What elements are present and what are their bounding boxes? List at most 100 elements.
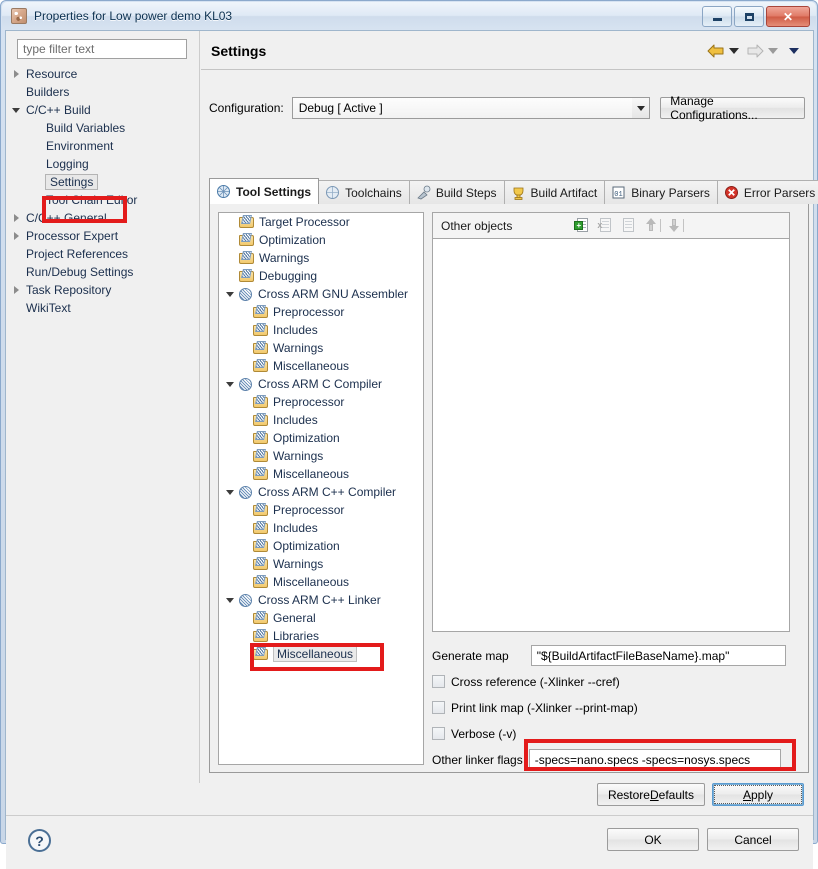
- maximize-button[interactable]: [734, 6, 764, 27]
- cross-reference-checkbox[interactable]: [432, 675, 445, 688]
- collapse-triangle-icon[interactable]: [225, 486, 237, 498]
- delete-icon[interactable]: x: [597, 217, 614, 234]
- tool-tree-item-general[interactable]: General: [219, 609, 423, 627]
- other-linker-flags-input[interactable]: [529, 749, 781, 770]
- sidebar-item-c-c-build[interactable]: C/C++ Build: [12, 101, 197, 119]
- settings-pane: Settings: [201, 31, 813, 783]
- forward-history-caret-icon[interactable]: [768, 48, 778, 54]
- generate-map-input[interactable]: [531, 645, 786, 666]
- sidebar-item-build-variables[interactable]: Build Variables: [12, 119, 197, 137]
- tool-tree-item-miscellaneous[interactable]: Miscellaneous: [219, 465, 423, 483]
- tool-tree-item-optimization[interactable]: Optimization: [219, 537, 423, 555]
- tool-tree-item-cross-arm-c++-linker[interactable]: Cross ARM C++ Linker: [219, 591, 423, 609]
- sidebar-item-builders[interactable]: Builders: [12, 83, 197, 101]
- tool-tree-item-miscellaneous[interactable]: Miscellaneous: [219, 645, 423, 663]
- sidebar-item-settings[interactable]: Settings: [12, 173, 197, 191]
- tool-tree-item-preprocessor[interactable]: Preprocessor: [219, 303, 423, 321]
- navigation-tree[interactable]: ResourceBuildersC/C++ BuildBuild Variabl…: [12, 65, 197, 765]
- collapse-triangle-icon[interactable]: [12, 105, 22, 115]
- manage-configurations-button[interactable]: Manage Configurations...: [660, 97, 805, 119]
- settings-folder-icon: [253, 395, 269, 409]
- add-icon[interactable]: +: [574, 217, 591, 234]
- sidebar-item-tool-chain-editor[interactable]: Tool Chain Editor: [12, 191, 197, 209]
- collapse-triangle-icon[interactable]: [225, 594, 237, 606]
- tool-tree-item-target-processor[interactable]: Target Processor: [219, 213, 423, 231]
- expand-triangle-icon[interactable]: [12, 213, 22, 223]
- back-button[interactable]: [707, 44, 725, 58]
- tool-tree-item-label: Cross ARM C++ Linker: [258, 593, 381, 607]
- sidebar-item-run-debug-settings[interactable]: Run/Debug Settings: [12, 263, 197, 281]
- window-titlebar[interactable]: Properties for Low power demo KL03 ✕: [2, 2, 816, 30]
- tool-tree-item-warnings[interactable]: Warnings: [219, 249, 423, 267]
- expand-triangle-icon[interactable]: [12, 231, 22, 241]
- tab-error-parsers[interactable]: Error Parsers: [717, 180, 818, 204]
- print-link-map-row[interactable]: Print link map (-Xlinker --print-map): [432, 696, 790, 719]
- tool-tree-item-debugging[interactable]: Debugging: [219, 267, 423, 285]
- settings-folder-icon: [253, 575, 269, 589]
- edit-icon[interactable]: [620, 217, 637, 234]
- tool-tree-item-includes[interactable]: Includes: [219, 321, 423, 339]
- close-icon: ✕: [767, 7, 809, 26]
- tool-tree-item-cross-arm-c-compiler[interactable]: Cross ARM C Compiler: [219, 375, 423, 393]
- chevron-down-icon[interactable]: [632, 98, 649, 118]
- settings-folder-icon: [253, 359, 269, 373]
- tool-tree-item-warnings[interactable]: Warnings: [219, 339, 423, 357]
- collapse-triangle-icon[interactable]: [225, 288, 237, 300]
- help-icon[interactable]: ?: [28, 829, 51, 852]
- sidebar-item-c-c-general[interactable]: C/C++ General: [12, 209, 197, 227]
- forward-button[interactable]: [746, 44, 764, 58]
- collapse-triangle-icon[interactable]: [225, 378, 237, 390]
- restore-defaults-accel: D: [650, 788, 659, 802]
- minimize-button[interactable]: [702, 6, 732, 27]
- sidebar-item-logging[interactable]: Logging: [12, 155, 197, 173]
- sidebar-item-processor-expert[interactable]: Processor Expert: [12, 227, 197, 245]
- build-steps-icon: [416, 185, 431, 200]
- cancel-button[interactable]: Cancel: [707, 828, 799, 851]
- tool-tree-item-libraries[interactable]: Libraries: [219, 627, 423, 645]
- tool-tree-item-warnings[interactable]: Warnings: [219, 555, 423, 573]
- tool-tree-item-label: Miscellaneous: [273, 575, 349, 589]
- verbose-checkbox[interactable]: [432, 727, 445, 740]
- expand-triangle-icon[interactable]: [12, 69, 22, 79]
- tool-tree-item-cross-arm-c++-compiler[interactable]: Cross ARM C++ Compiler: [219, 483, 423, 501]
- tool-tree-item-preprocessor[interactable]: Preprocessor: [219, 501, 423, 519]
- page-menu-caret-icon[interactable]: [789, 48, 799, 54]
- sidebar-item-project-references[interactable]: Project References: [12, 245, 197, 263]
- tool-tree-item-optimization[interactable]: Optimization: [219, 231, 423, 249]
- sidebar-item-environment[interactable]: Environment: [12, 137, 197, 155]
- move-up-icon[interactable]: [643, 217, 660, 234]
- configuration-select[interactable]: Debug [ Active ]: [292, 97, 651, 119]
- restore-defaults-button[interactable]: Restore Defaults: [597, 783, 705, 806]
- sidebar-item-resource[interactable]: Resource: [12, 65, 197, 83]
- tab-toolchains[interactable]: Toolchains: [318, 180, 410, 204]
- tab-binary-parsers[interactable]: 01Binary Parsers: [604, 180, 718, 204]
- tool-tree-item-miscellaneous[interactable]: Miscellaneous: [219, 357, 423, 375]
- tool-tree-item-warnings[interactable]: Warnings: [219, 447, 423, 465]
- back-history-caret-icon[interactable]: [729, 48, 739, 54]
- expand-triangle-icon[interactable]: [12, 285, 22, 295]
- tool-settings-tree[interactable]: Target ProcessorOptimizationWarningsDebu…: [218, 212, 424, 765]
- tool-tree-item-cross-arm-gnu-assembler[interactable]: Cross ARM GNU Assembler: [219, 285, 423, 303]
- cross-reference-row[interactable]: Cross reference (-Xlinker --cref): [432, 670, 790, 693]
- tab-build-artifact[interactable]: Build Artifact: [504, 180, 606, 204]
- apply-button[interactable]: Apply: [712, 783, 804, 806]
- close-button[interactable]: ✕: [766, 6, 810, 27]
- move-down-icon[interactable]: [666, 217, 683, 234]
- svg-text:01: 01: [615, 191, 623, 199]
- verbose-row[interactable]: Verbose (-v): [432, 722, 790, 745]
- other-objects-label: Other objects: [441, 219, 512, 233]
- tool-tree-item-includes[interactable]: Includes: [219, 519, 423, 537]
- sidebar-item-wikitext[interactable]: WikiText: [12, 299, 197, 317]
- tool-tree-item-miscellaneous[interactable]: Miscellaneous: [219, 573, 423, 591]
- settings-folder-icon: [253, 449, 269, 463]
- other-objects-list[interactable]: [432, 238, 790, 632]
- ok-button[interactable]: OK: [607, 828, 699, 851]
- tool-tree-item-preprocessor[interactable]: Preprocessor: [219, 393, 423, 411]
- print-link-map-checkbox[interactable]: [432, 701, 445, 714]
- tab-tool-settings[interactable]: Tool Settings: [209, 178, 319, 204]
- tool-tree-item-includes[interactable]: Includes: [219, 411, 423, 429]
- sidebar-item-task-repository[interactable]: Task Repository: [12, 281, 197, 299]
- filter-input[interactable]: [17, 39, 187, 59]
- tab-build-steps[interactable]: Build Steps: [409, 180, 505, 204]
- tool-tree-item-optimization[interactable]: Optimization: [219, 429, 423, 447]
